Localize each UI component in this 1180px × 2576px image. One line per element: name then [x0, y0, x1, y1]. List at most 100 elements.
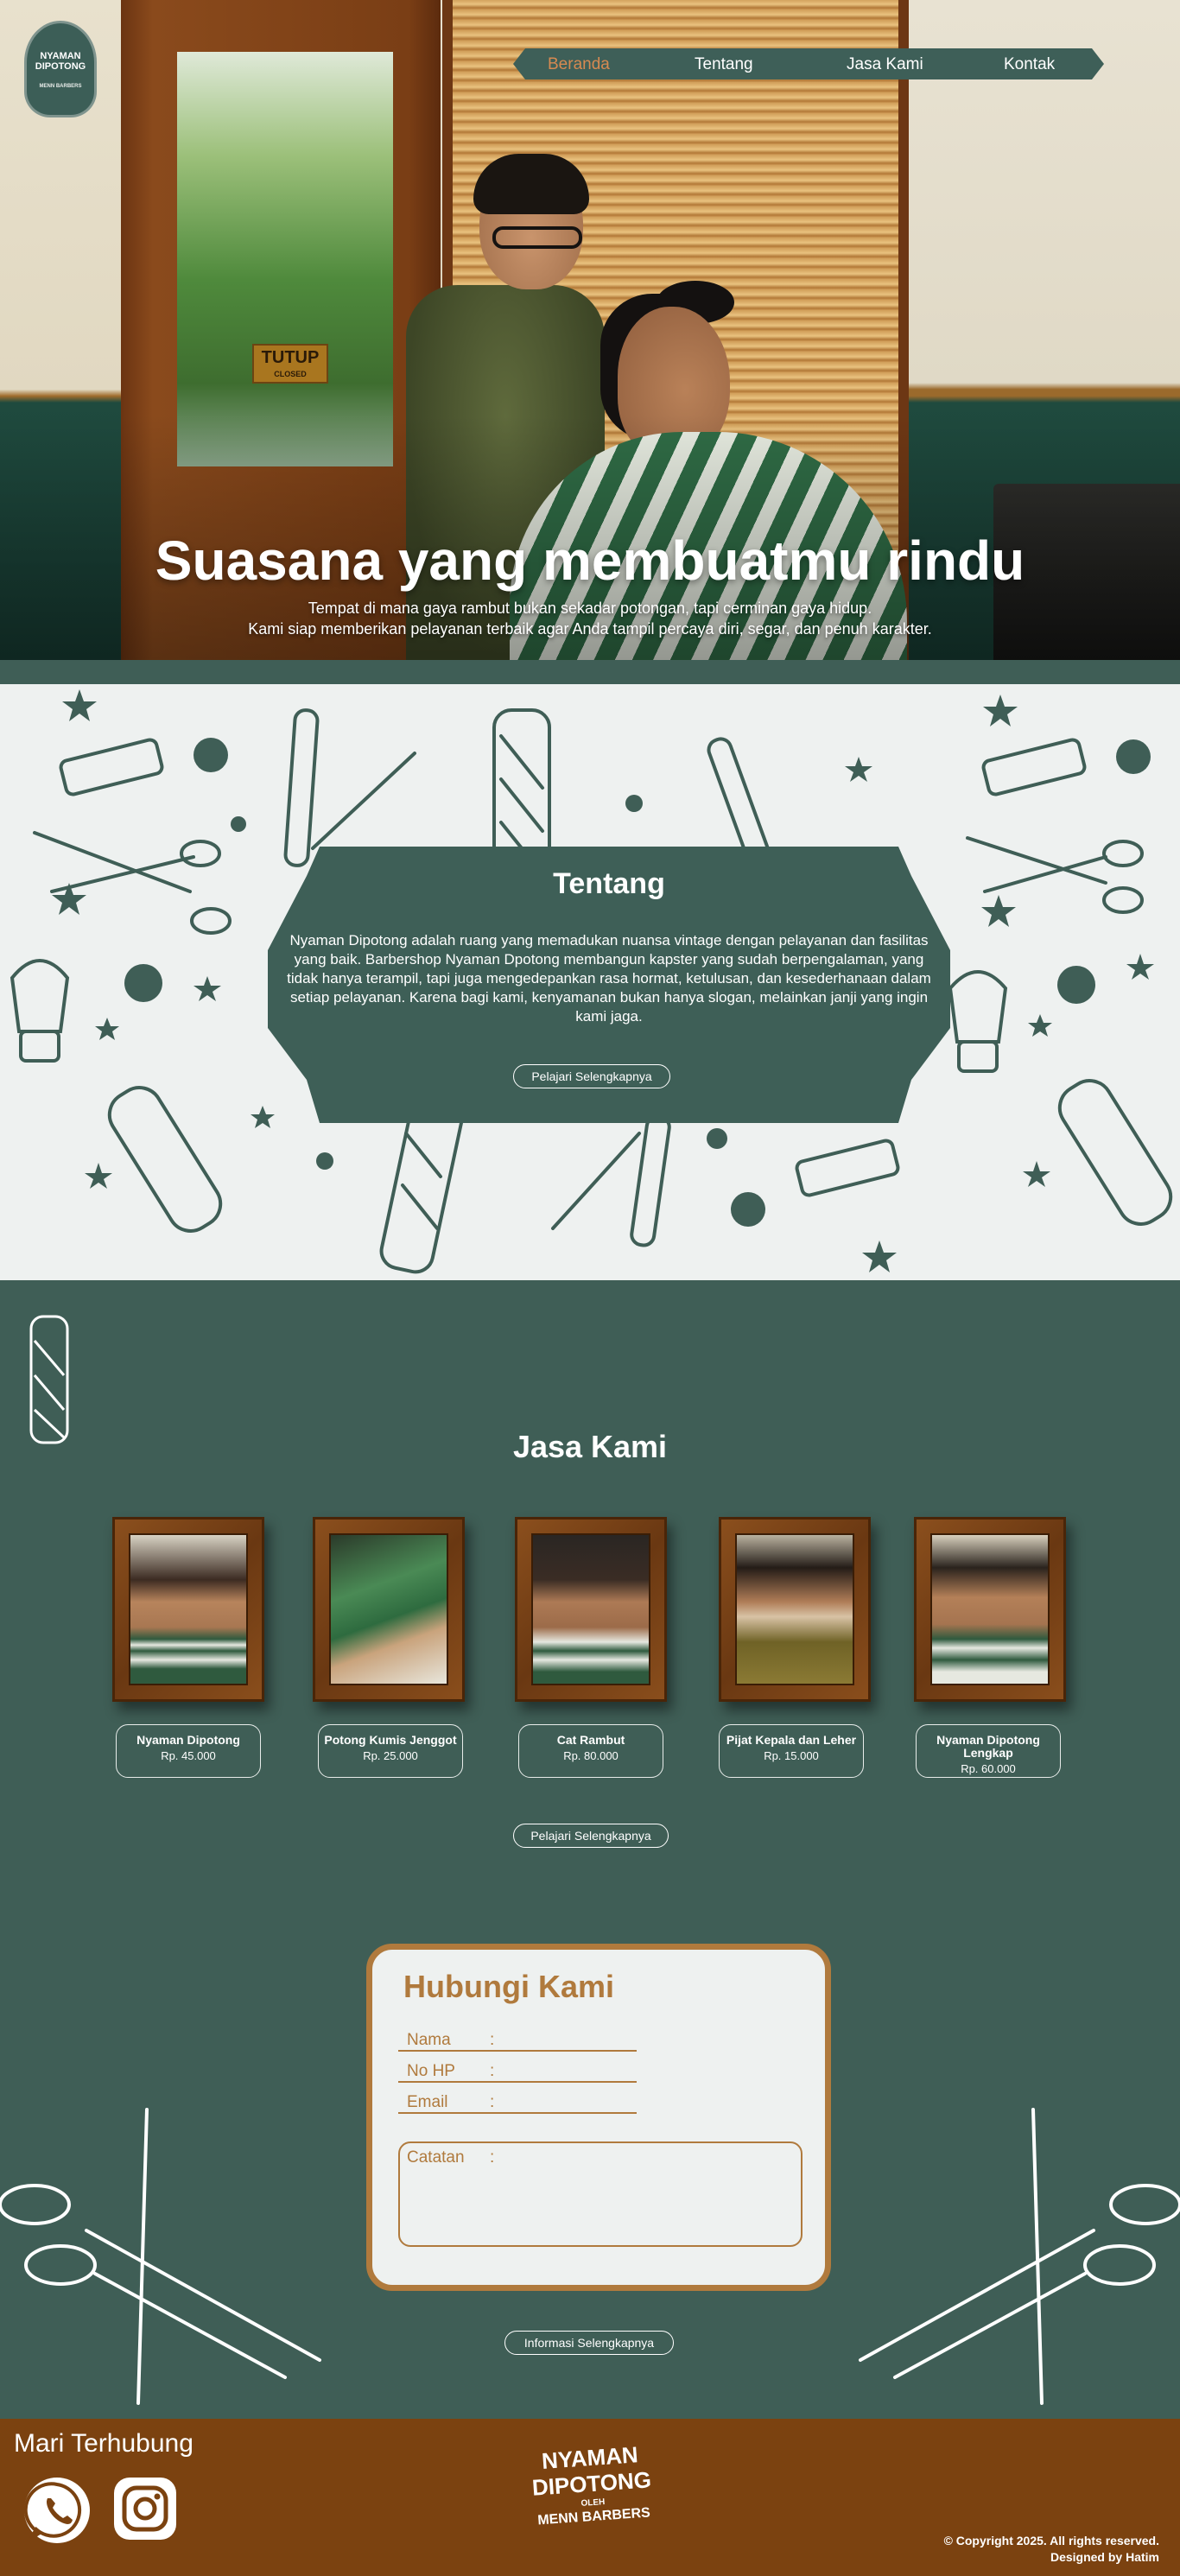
hero-subtitle-line-2: Kami siap memberikan pelayanan terbaik a…: [248, 620, 932, 638]
dot-decor: [231, 816, 246, 832]
barber-hair: [473, 154, 589, 214]
service-photo-frame: [914, 1517, 1066, 1702]
hero-subtitle-line-1: Tempat di mana gaya rambut bukan sekadar…: [308, 600, 872, 617]
about-section: Tentang Nyaman Dipotong adalah ruang yan…: [0, 684, 1180, 1280]
name-field-label: Nama: [407, 2031, 451, 2049]
service-name: Nyaman Dipotong: [136, 1733, 240, 1747]
service-card[interactable]: Potong Kumis Jenggot Rp. 25.000: [318, 1724, 463, 1778]
service-name: Potong Kumis Jenggot: [324, 1733, 457, 1747]
email-field[interactable]: Email :: [398, 2091, 637, 2114]
service-price: Rp. 15.000: [764, 1749, 819, 1762]
about-description: Nyaman Dipotong adalah ruang yang memadu…: [287, 932, 931, 1025]
star-icon: [981, 895, 1016, 927]
service-card[interactable]: Pijat Kepala dan Leher Rp. 15.000: [719, 1724, 864, 1778]
dot-decor: [1116, 739, 1151, 774]
scissors-icon: [859, 2108, 1180, 2405]
footer: Mari Terhubung NYAMAN DIPOTONG OLEH MENN…: [0, 2419, 1180, 2576]
service-card[interactable]: Nyaman Dipotong Rp. 45.000: [116, 1724, 261, 1778]
about-learn-more-button[interactable]: Pelajari Selengkapnya: [513, 1064, 670, 1088]
footer-title: Mari Terhubung: [14, 2429, 193, 2458]
services-learn-more-button[interactable]: Pelajari Selengkapnya: [513, 1824, 669, 1848]
main-navigation: Beranda Tentang Jasa Kami Kontak: [513, 48, 1104, 79]
barber-tools-sign-icon: [981, 738, 1087, 796]
service-price: Rp. 45.000: [161, 1749, 216, 1762]
service-photo-frame: [719, 1517, 871, 1702]
field-colon: :: [490, 2093, 495, 2111]
service-photo: [329, 1533, 448, 1685]
service-photo: [531, 1533, 650, 1685]
closed-sign: TUTUP CLOSED: [252, 344, 328, 384]
barber-tools-sign-icon: [795, 1139, 900, 1197]
phone-field[interactable]: No HP :: [398, 2060, 637, 2083]
section-divider-strip: [0, 660, 1180, 684]
barber-pole-icon: [29, 1315, 69, 1444]
field-colon: :: [490, 2031, 495, 2049]
brand-logo[interactable]: NYAMAN DIPOTONG MENN BARBERS: [24, 21, 97, 117]
star-icon: [85, 1163, 112, 1189]
straight-razor-icon: [283, 708, 416, 867]
hair-clipper-icon: [1057, 1079, 1173, 1226]
email-field-label: Email: [407, 2093, 448, 2111]
service-card[interactable]: Nyaman Dipotong Lengkap Rp. 60.000: [916, 1724, 1061, 1778]
star-icon: [845, 757, 872, 782]
star-icon: [862, 1240, 897, 1272]
service-name: Pijat Kepala dan Leher: [726, 1733, 857, 1747]
copyright-text: © Copyright 2025. All rights reserved.: [943, 2534, 1159, 2547]
hero-section: TUTUP CLOSED NYAMAN DIPOTONG MENN BARBER…: [0, 0, 1180, 660]
contact-more-info-button[interactable]: Informasi Selengkapnya: [504, 2331, 674, 2355]
scissors-icon: [966, 836, 1144, 914]
dot-decor: [124, 964, 162, 1002]
hero-title: Suasana yang membuatmu rindu: [155, 530, 1025, 592]
shaving-brush-icon: [948, 970, 1008, 1073]
closed-sign-text: TUTUP: [261, 348, 320, 367]
star-icon: [62, 689, 97, 721]
instagram-icon[interactable]: [114, 2478, 176, 2540]
scissors-icon: [33, 831, 232, 935]
star-icon: [1023, 1161, 1050, 1187]
star-icon: [983, 695, 1018, 726]
contact-form-card: Hubungi Kami Nama : No HP : Email : Cata…: [366, 1944, 831, 2291]
dot-decor: [1057, 966, 1095, 1004]
whatsapp-icon[interactable]: [23, 2478, 90, 2543]
copyright: © Copyright 2025. All rights reserved. D…: [944, 2533, 1159, 2566]
logo-line-1: NYAMAN: [40, 51, 81, 61]
nav-item-beranda[interactable]: Beranda: [548, 55, 610, 74]
service-price: Rp. 60.000: [961, 1762, 1016, 1775]
straight-razor-icon: [707, 737, 771, 865]
service-card[interactable]: Cat Rambut Rp. 80.000: [518, 1724, 663, 1778]
nav-item-kontak[interactable]: Kontak: [1004, 55, 1055, 74]
notes-colon: :: [490, 2148, 495, 2167]
hero-subtitle: Tempat di mana gaya rambut bukan sekadar…: [0, 598, 1180, 639]
dot-decor: [707, 1128, 727, 1149]
hair-clipper-icon: [107, 1086, 223, 1233]
nav-item-jasa-kami[interactable]: Jasa Kami: [847, 55, 923, 74]
dot-decor: [193, 738, 228, 772]
dot-decor: [625, 795, 643, 812]
about-title: Tentang: [553, 867, 665, 900]
name-field[interactable]: Nama :: [398, 2029, 637, 2052]
service-photo-frame: [515, 1517, 667, 1702]
logo-small-text: MENN BARBERS: [39, 84, 82, 89]
star-icon: [193, 976, 221, 1001]
service-photo: [129, 1533, 248, 1685]
service-photo: [735, 1533, 854, 1685]
service-name: Nyaman Dipotong Lengkap: [936, 1733, 1040, 1760]
barber-glasses: [492, 226, 582, 249]
closed-sign-small: CLOSED: [274, 370, 307, 378]
barber-tools-sign-icon: [59, 738, 164, 796]
hero-door-window: [177, 52, 393, 466]
service-photo: [930, 1533, 1050, 1685]
star-icon: [1028, 1014, 1052, 1037]
notes-label: Catatan: [407, 2148, 465, 2167]
scissors-icon: [0, 2108, 321, 2405]
nav-item-tentang[interactable]: Tentang: [695, 55, 753, 74]
logo-line-2: DIPOTONG: [35, 61, 86, 72]
phone-field-label: No HP: [407, 2062, 455, 2080]
notes-textarea[interactable]: Catatan :: [398, 2141, 803, 2247]
service-name: Cat Rambut: [556, 1733, 625, 1747]
shaving-brush-icon: [10, 959, 70, 1063]
service-photo-frame: [313, 1517, 465, 1702]
field-colon: :: [490, 2062, 495, 2080]
star-icon: [251, 1106, 275, 1128]
designer-credit: Designed by Hatim: [1050, 2550, 1159, 2564]
